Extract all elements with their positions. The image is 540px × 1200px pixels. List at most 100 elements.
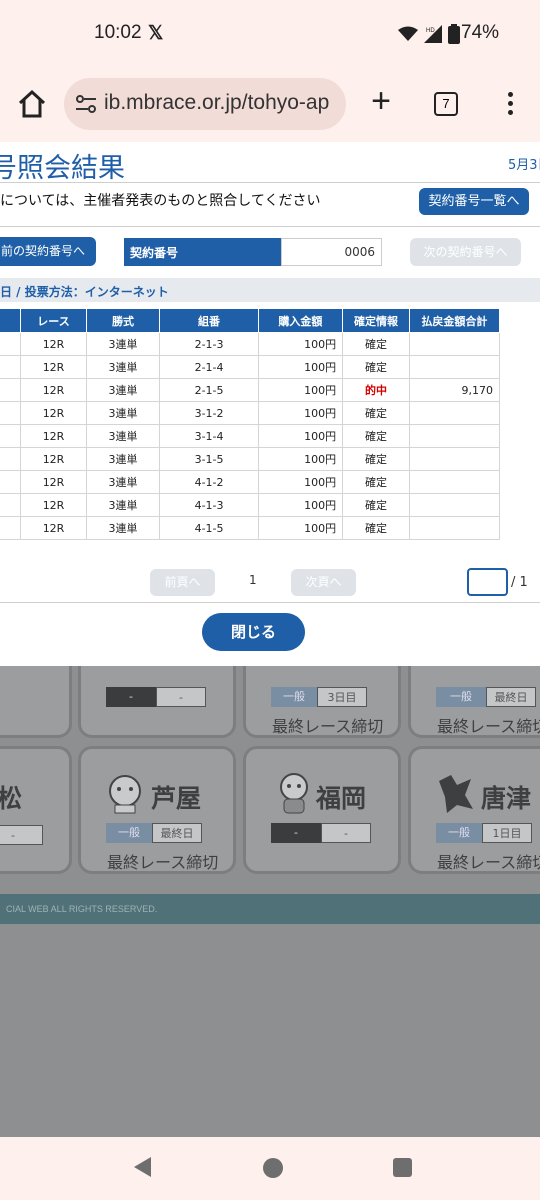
table-cell: 12R xyxy=(20,470,87,494)
back-icon[interactable] xyxy=(134,1157,151,1177)
table-cell: 100円 xyxy=(257,401,344,425)
table-cell: 3連単 xyxy=(85,332,161,356)
table-row: 日12R3連単3-1-2100円確定 xyxy=(0,401,501,425)
table-cell: 3連単 xyxy=(85,424,161,448)
table-cell: 的中 xyxy=(342,378,410,402)
table-cell: 12R xyxy=(20,447,87,471)
browser-toolbar: ib.mbrace.or.jp/tohyo-ap + 7 xyxy=(0,70,540,142)
table-cell: 確定 xyxy=(342,424,410,448)
table-cell: 9,170 xyxy=(408,378,501,402)
home-circle-icon[interactable] xyxy=(263,1158,283,1178)
address-bar[interactable]: ib.mbrace.or.jp/tohyo-ap xyxy=(64,78,346,130)
table-cell: 2-1-3 xyxy=(159,332,259,356)
table-header-cell: 勝式 xyxy=(85,308,161,333)
venue-badge: 一般 1日目 xyxy=(436,823,532,843)
table-cell: 日 xyxy=(0,470,22,494)
table-cell: 3-1-5 xyxy=(159,447,259,471)
table-cell: 3連単 xyxy=(85,470,161,494)
more-menu-icon[interactable] xyxy=(500,92,520,118)
table-cell: 日 xyxy=(0,424,22,448)
table-cell: 100円 xyxy=(257,470,344,494)
table-cell: 12R xyxy=(20,516,87,540)
contract-number-label: 契約番号 xyxy=(124,238,281,266)
venue-card: 福岡 - - xyxy=(243,746,401,874)
bet-info-bar: 日 / 投票方法：インターネット xyxy=(0,278,540,302)
divider xyxy=(0,602,540,603)
home-icon[interactable] xyxy=(16,88,48,120)
divider xyxy=(0,226,540,227)
table-cell: 12R xyxy=(20,424,87,448)
table-cell: 100円 xyxy=(257,355,344,379)
table-row: 日12R3連単3-1-5100円確定 xyxy=(0,447,501,471)
table-cell: 3連単 xyxy=(85,493,161,517)
table-cell: 日 xyxy=(0,332,22,356)
site-settings-icon[interactable] xyxy=(74,92,98,116)
table-row: 日12R3連単2-1-4100円確定 xyxy=(0,355,501,379)
venue-name: 唐津 xyxy=(481,784,532,813)
modal-title: 号照会結果 xyxy=(0,153,125,184)
status-bar: 10:02 𝕏 HD 74% xyxy=(0,0,540,70)
table-cell: 3連単 xyxy=(85,378,161,402)
modal-date: 5月3日 xyxy=(508,158,540,173)
venue-name: 芦屋 xyxy=(151,784,202,813)
table-header-cell: 確定情報 xyxy=(342,308,410,333)
contract-list-button[interactable]: 契約番号一覧へ xyxy=(419,188,529,215)
prev-page-button: 前頁へ xyxy=(150,569,215,596)
table-cell xyxy=(408,355,501,379)
table-cell: 3-1-4 xyxy=(159,424,259,448)
table-cell: 3連単 xyxy=(85,516,161,540)
tab-switcher-button[interactable]: 7 xyxy=(434,92,458,116)
prev-contract-button[interactable]: 前の契約番号へ xyxy=(0,237,96,266)
table-cell: 100円 xyxy=(257,447,344,471)
table-cell: 確定 xyxy=(342,332,410,356)
next-contract-button: 次の契約番号へ xyxy=(410,238,521,266)
system-nav-bar xyxy=(0,1137,540,1200)
table-cell xyxy=(408,470,501,494)
table-cell: 日 xyxy=(0,401,22,425)
venue-badge: 一般 最終日 xyxy=(436,687,536,707)
table-cell xyxy=(408,401,501,425)
new-tab-plus-icon[interactable]: + xyxy=(366,84,396,118)
venue-card: 芦屋 一般 最終日 最終レース締切 xyxy=(78,746,236,874)
mascot-icon xyxy=(280,773,308,814)
table-cell: 2-1-4 xyxy=(159,355,259,379)
table-cell xyxy=(408,424,501,448)
table-cell: 12R xyxy=(20,493,87,517)
table-cell: 確定 xyxy=(342,493,410,517)
page-number-input[interactable] xyxy=(467,568,508,596)
table-row: 日12R3連単2-1-3100円確定 xyxy=(0,332,501,356)
venue-name: 松 xyxy=(0,784,23,813)
divider xyxy=(0,182,540,183)
venue-name: 福岡 xyxy=(316,784,367,813)
recent-apps-icon[interactable] xyxy=(393,1158,412,1177)
next-page-button: 次頁へ xyxy=(291,569,356,596)
table-cell: 100円 xyxy=(257,332,344,356)
status-icons: HD xyxy=(398,24,460,44)
venue-badge: 一般 最終日 xyxy=(106,823,202,843)
table-header-row: レース 勝式 組番 購入金額 確定情報 払戻金額合計 xyxy=(0,308,501,333)
table-row: 日12R3連単4-1-2100円確定 xyxy=(0,470,501,494)
table-cell: 100円 xyxy=(257,378,344,402)
table-row: 日12R3連単4-1-3100円確定 xyxy=(0,493,501,517)
table-cell: 日 xyxy=(0,447,22,471)
x-logo-icon: 𝕏 xyxy=(148,23,164,44)
venue-status: 最終レース締切 xyxy=(272,717,384,736)
table-cell: 日 xyxy=(0,378,22,402)
table-header-cell xyxy=(0,308,22,333)
battery-icon xyxy=(448,24,460,44)
table-cell: 3連単 xyxy=(85,447,161,471)
table-cell: 4-1-5 xyxy=(159,516,259,540)
network-hd-label: HD xyxy=(426,28,435,34)
current-page-number: 1 xyxy=(249,573,257,587)
contract-result-modal: 号照会結果 5月3日 については、主催者発表のものと照合してください 契約番号一… xyxy=(0,142,540,666)
venue-status: 最終レース締切 xyxy=(437,717,540,736)
table-row: 日12R3連単4-1-5100円確定 xyxy=(0,516,501,540)
table-cell: 確定 xyxy=(342,470,410,494)
table-header-cell: 払戻金額合計 xyxy=(408,308,501,333)
venue-badge: - xyxy=(0,825,43,845)
close-button[interactable]: 閉じる xyxy=(202,613,305,651)
table-cell: 日 xyxy=(0,493,22,517)
table-cell: 12R xyxy=(20,401,87,425)
venue-card: 唐津 一般 1日目 最終レース締切 xyxy=(408,746,540,874)
signal-icon: HD xyxy=(424,25,442,43)
